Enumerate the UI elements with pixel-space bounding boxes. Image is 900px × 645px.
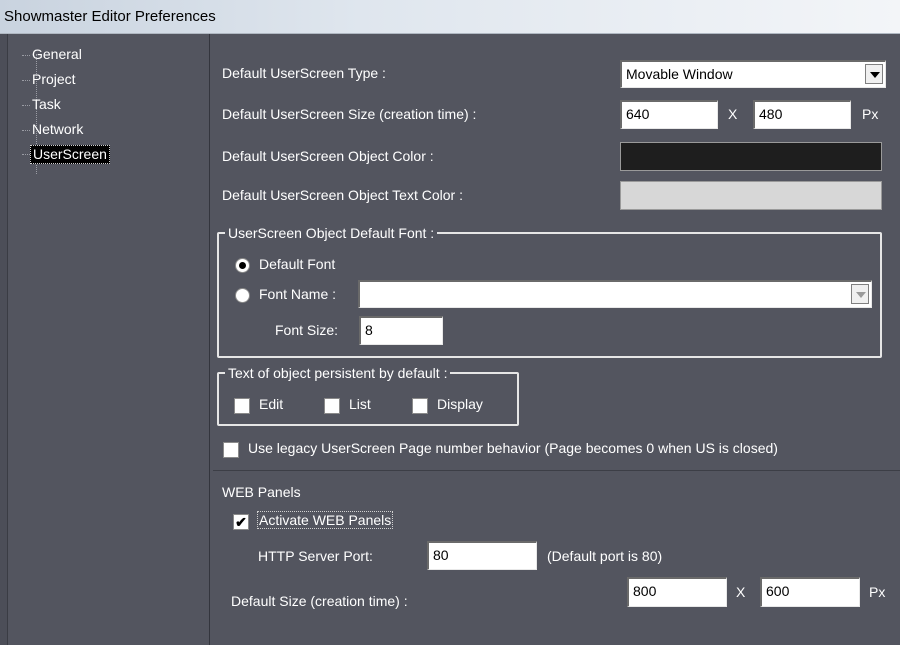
tree-item-label: Task — [32, 96, 61, 112]
activate-web-panels-checkbox[interactable]: ✔ — [233, 514, 249, 530]
tree-connector — [22, 55, 30, 56]
web-size-unit-label: Px — [869, 584, 886, 600]
edit-checkbox-label: Edit — [259, 396, 284, 412]
web-size-x-separator: X — [736, 584, 746, 600]
default-font-label: Default Font — [259, 256, 336, 272]
font-name-label: Font Name : — [259, 286, 337, 302]
tree-item-label: General — [32, 46, 82, 62]
tree-connector — [22, 80, 30, 81]
tree-item-label: Network — [32, 121, 84, 137]
object-text-color-swatch[interactable] — [620, 181, 882, 210]
tree-connector — [22, 105, 30, 106]
window-frame-left — [0, 34, 8, 645]
section-divider — [213, 470, 900, 471]
title-bar: Showmaster Editor Preferences — [0, 0, 900, 34]
web-width-input[interactable]: 800 — [627, 577, 727, 607]
default-font-group-legend: UserScreen Object Default Font : — [225, 224, 438, 242]
http-port-input[interactable]: 80 — [427, 541, 537, 570]
tree-item-network[interactable]: Network — [22, 121, 85, 139]
tree-item-label: Project — [32, 71, 76, 87]
chevron-down-icon[interactable] — [851, 284, 869, 304]
list-checkbox-label: List — [349, 396, 371, 412]
font-size-input[interactable]: 8 — [359, 316, 443, 345]
http-port-hint: (Default port is 80) — [547, 548, 663, 564]
legacy-page-number-label: Use legacy UserScreen Page number behavi… — [248, 440, 778, 456]
persistent-text-group-legend: Text of object persistent by default : — [225, 364, 451, 382]
tree-item-general[interactable]: General — [22, 46, 84, 64]
tree-item-task[interactable]: Task — [22, 96, 63, 114]
userscreen-type-select[interactable]: Movable Window — [620, 60, 886, 88]
font-size-label: Font Size: — [275, 322, 339, 338]
web-default-size-label: Default Size (creation time) : — [231, 593, 408, 609]
font-name-radio[interactable] — [235, 288, 250, 303]
userscreen-type-value: Movable Window — [626, 66, 733, 82]
object-color-swatch[interactable] — [620, 142, 882, 171]
tree-connector — [22, 154, 30, 155]
size-unit-label: Px — [862, 106, 879, 122]
size-x-separator: X — [728, 106, 738, 122]
checkmark-icon: ✔ — [235, 514, 247, 530]
tree-item-project[interactable]: Project — [22, 71, 78, 89]
default-font-radio[interactable] — [235, 258, 250, 273]
object-color-label: Default UserScreen Object Color : — [222, 148, 434, 164]
tree-item-label: UserScreen — [30, 145, 110, 164]
userscreen-height-input[interactable]: 480 — [753, 100, 851, 129]
object-text-color-label: Default UserScreen Object Text Color : — [222, 187, 463, 203]
tree-connector — [22, 130, 30, 131]
web-panels-section-label: WEB Panels — [222, 484, 301, 500]
window-title: Showmaster Editor Preferences — [4, 8, 216, 25]
display-checkbox[interactable] — [412, 398, 428, 414]
list-checkbox[interactable] — [324, 398, 340, 414]
http-port-label: HTTP Server Port: — [258, 548, 373, 564]
tree-item-userscreen[interactable]: UserScreen — [22, 145, 110, 164]
userscreen-type-label: Default UserScreen Type : — [222, 65, 386, 81]
font-name-select[interactable] — [358, 280, 872, 308]
activate-web-panels-label: Activate WEB Panels — [257, 511, 394, 529]
edit-checkbox[interactable] — [234, 398, 250, 414]
legacy-page-number-checkbox[interactable] — [223, 442, 239, 458]
chevron-down-icon[interactable] — [865, 64, 883, 84]
display-checkbox-label: Display — [437, 396, 483, 412]
userscreen-size-label: Default UserScreen Size (creation time) … — [222, 106, 477, 122]
preferences-tree: General Project Task Network UserScreen — [8, 34, 210, 645]
web-height-input[interactable]: 600 — [760, 577, 860, 607]
userscreen-width-input[interactable]: 640 — [620, 100, 718, 129]
